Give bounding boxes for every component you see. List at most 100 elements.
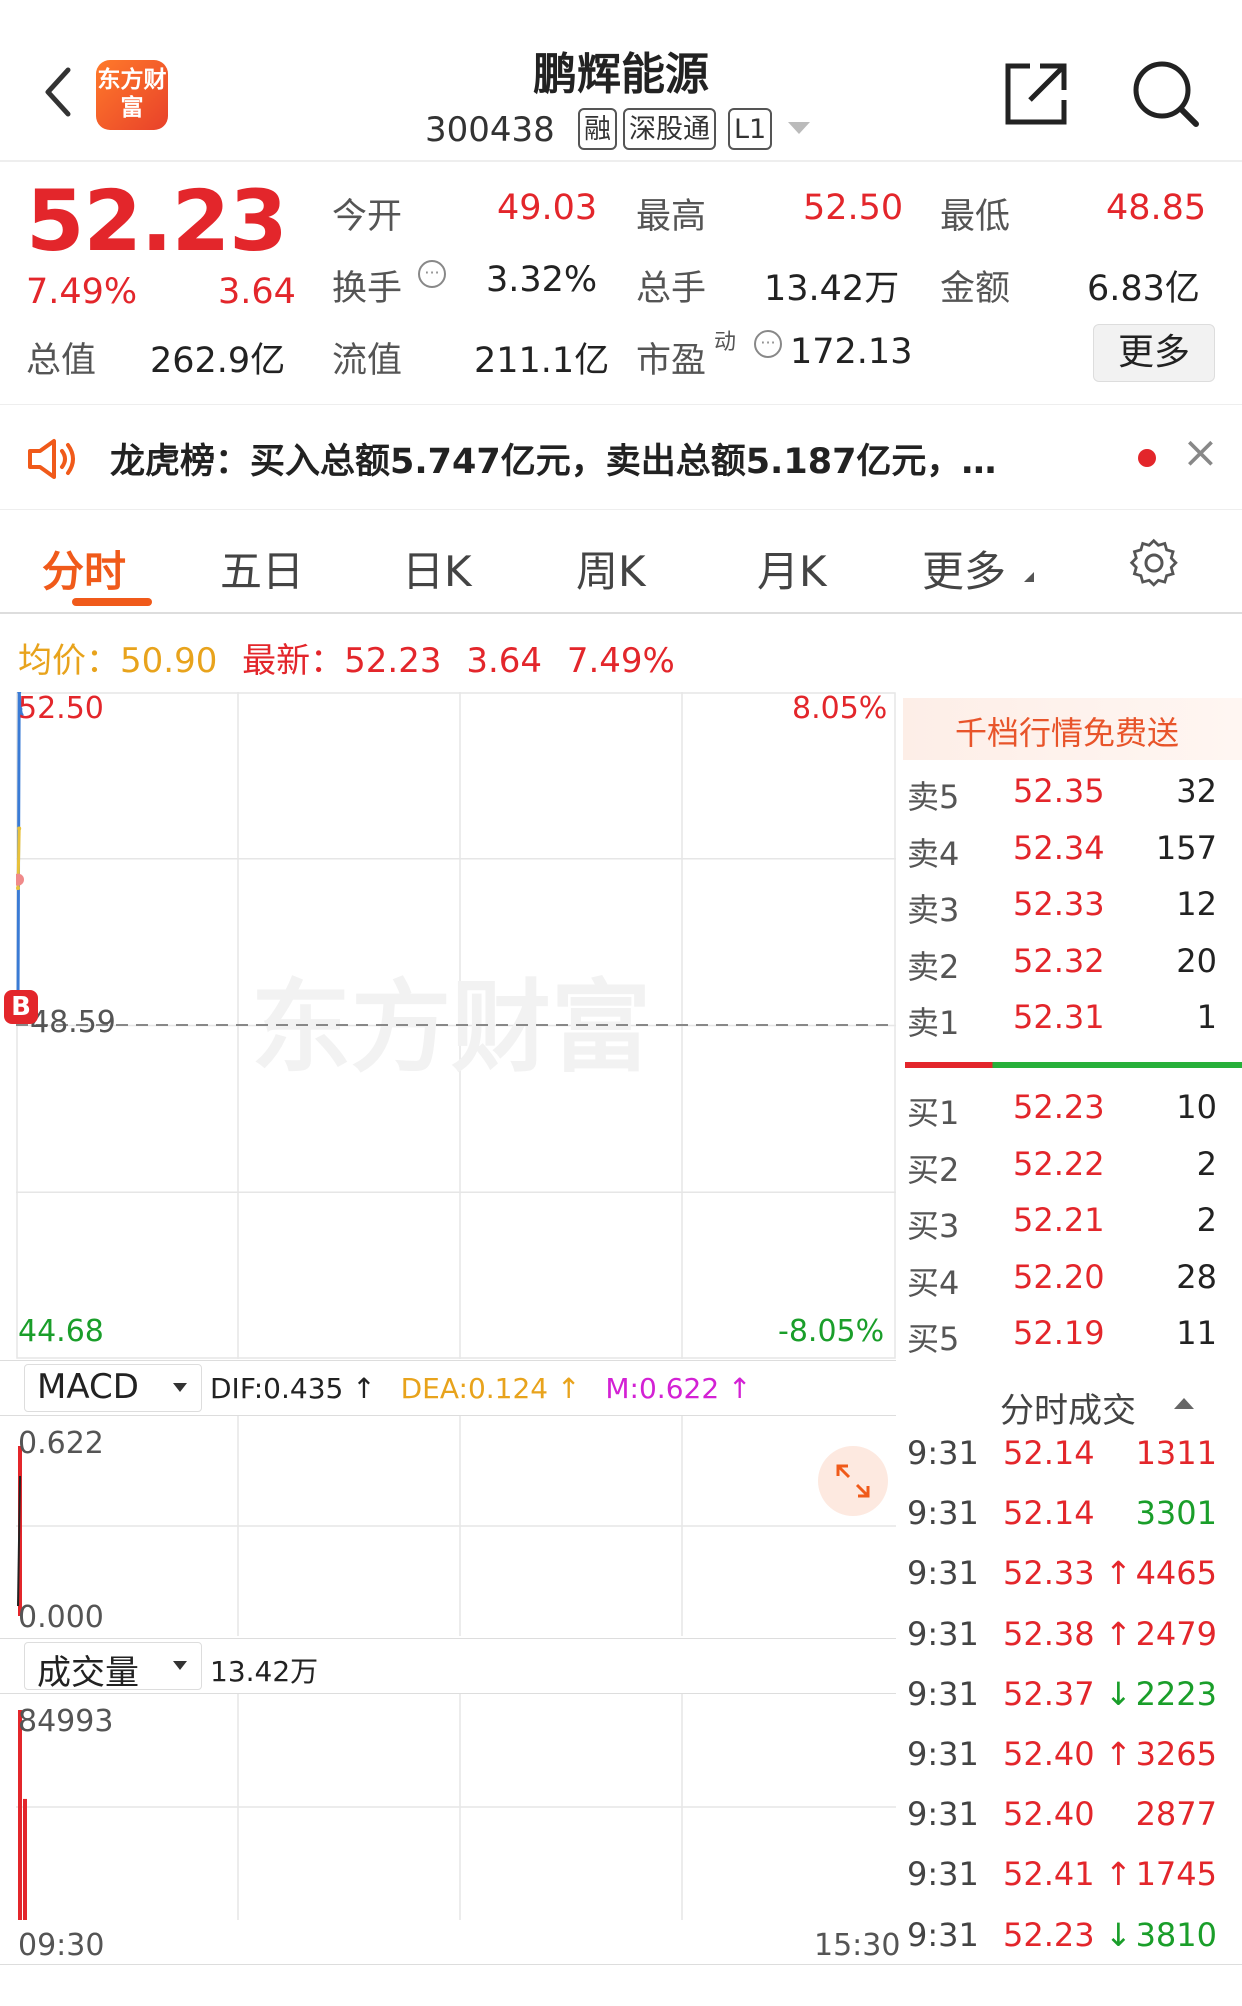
tick-time: 9:31 — [907, 1795, 979, 1834]
mktcap-label: 总值 — [26, 341, 97, 381]
y-mid-label: 48.59 — [30, 1005, 116, 1040]
tick-price: 52.38 — [1003, 1614, 1095, 1653]
volume-value: 13.42万 — [764, 269, 900, 309]
dragon-tiger-notice[interactable]: 龙虎榜：买入总额5.747亿元，卖出总额5.187亿元，… × — [0, 404, 1242, 510]
sell-order-row[interactable]: 卖2 52.32 20 — [905, 942, 1225, 998]
latest-label: 最新： — [242, 641, 345, 681]
tick-time: 9:31 — [907, 1735, 979, 1773]
macd-m: M:0.622 ↑ — [605, 1372, 752, 1405]
pct-max-label: 8.05% — [792, 691, 888, 726]
tick-price: 52.14 — [1003, 1434, 1095, 1472]
current-price: 52.23 — [26, 172, 288, 270]
buy-order-row[interactable]: 买2 52.22 2 — [905, 1145, 1225, 1201]
turnover-value: 3.32% — [486, 260, 598, 300]
order-qty: 157 — [1155, 828, 1217, 867]
order-price: 52.19 — [1013, 1314, 1105, 1352]
active-tab-indicator — [72, 598, 152, 606]
macd-selector[interactable]: MACD — [24, 1364, 202, 1412]
tick-time: 9:31 — [907, 1554, 979, 1593]
intraday-chart[interactable]: 东方财富 — [16, 692, 896, 1359]
tab-monthly-k[interactable]: 月K — [757, 538, 827, 599]
buy-order-row[interactable]: 买3 52.21 2 — [905, 1201, 1225, 1257]
macd-min-label: 0.000 — [18, 1600, 104, 1635]
settings-gear-icon[interactable] — [1128, 537, 1180, 589]
macd-bars — [17, 1446, 22, 1616]
search-button[interactable] — [1130, 58, 1202, 134]
ticks-title[interactable]: 分时成交 — [1000, 1383, 1136, 1432]
tab-intraday[interactable]: 分时 — [42, 538, 126, 599]
volume-max-label: 84993 — [18, 1704, 114, 1739]
expand-icon — [836, 1464, 870, 1498]
macd-chart[interactable] — [16, 1416, 896, 1636]
order-price: 52.35 — [1013, 772, 1105, 810]
expand-button[interactable] — [818, 1446, 888, 1516]
series-point-avg — [16, 886, 20, 891]
tag-margin: 融 — [578, 108, 617, 150]
volume-title: 成交量 — [37, 1653, 139, 1693]
amount-label: 金额 — [940, 269, 1011, 309]
tick-arrow: ↑ — [1105, 1554, 1132, 1593]
order-qty: 20 — [1176, 941, 1217, 980]
latest-value: 52.23 — [344, 641, 442, 681]
tag-connect: 深股通 — [623, 108, 716, 150]
dropdown-triangle-icon[interactable] — [788, 122, 810, 134]
pe-info-icon[interactable]: ··· — [754, 330, 782, 358]
sell-order-row[interactable]: 卖1 52.31 1 — [905, 998, 1225, 1054]
buy-marker[interactable]: B — [4, 990, 38, 1024]
tick-arrow: ↑ — [1105, 1735, 1132, 1773]
macd-dropdown-icon — [173, 1383, 187, 1392]
order-label: 买5 — [907, 1320, 960, 1358]
order-label: 买4 — [907, 1263, 960, 1302]
tick-row: 9:31 52.37 ↓ 2223 — [905, 1675, 1225, 1735]
order-price: 52.31 — [1013, 998, 1105, 1036]
tab-daily-k[interactable]: 日K — [402, 538, 472, 599]
more-button[interactable]: 更多 — [1093, 324, 1215, 382]
volume-chart[interactable] — [16, 1694, 896, 1920]
sell-order-row[interactable]: 卖3 52.33 12 — [905, 885, 1225, 941]
tick-time: 9:31 — [907, 1434, 979, 1472]
banner-text: 千档行情免费送 — [955, 714, 1180, 752]
volume-selector[interactable]: 成交量 — [24, 1642, 202, 1693]
volume-grid — [16, 1694, 896, 1920]
buy-order-row[interactable]: 买1 52.23 10 — [905, 1088, 1225, 1144]
close-icon[interactable]: × — [1182, 427, 1219, 478]
tick-qty: 2877 — [1135, 1795, 1217, 1834]
tab-five-day[interactable]: 五日 — [220, 538, 304, 599]
tick-qty: 3265 — [1135, 1735, 1217, 1773]
float-label: 流值 — [332, 341, 403, 381]
order-qty: 11 — [1176, 1314, 1217, 1352]
order-qty: 28 — [1176, 1257, 1217, 1296]
latest-pct: 7.49% — [566, 641, 675, 681]
order-price: 52.23 — [1013, 1088, 1105, 1126]
open-label: 今开 — [332, 197, 403, 237]
tick-price: 52.40 — [1003, 1735, 1095, 1773]
sell-order-row[interactable]: 卖4 52.34 157 — [905, 829, 1225, 885]
order-book-banner[interactable]: 千档行情免费送 — [903, 698, 1242, 760]
order-price: 52.33 — [1013, 885, 1105, 923]
x-end-label: 15:30 — [814, 1928, 901, 1963]
tab-weekly-k[interactable]: 周K — [576, 538, 646, 599]
ticks-collapse-icon[interactable] — [1174, 1398, 1194, 1409]
info-icon[interactable]: ··· — [418, 260, 446, 288]
x-start-label: 09:30 — [18, 1928, 105, 1963]
pe-value: 172.13 — [790, 332, 913, 372]
order-label: 买1 — [907, 1094, 960, 1132]
order-label: 卖1 — [907, 1004, 960, 1042]
tick-price: 52.37 — [1003, 1674, 1095, 1713]
sell-order-row[interactable]: 卖5 52.35 32 — [905, 772, 1225, 828]
tick-row: 9:31 52.14 3301 — [905, 1494, 1225, 1554]
tab-more[interactable]: 更多 — [922, 538, 1006, 599]
order-label: 卖4 — [907, 834, 960, 873]
order-label: 买2 — [907, 1150, 960, 1189]
order-price: 52.34 — [1013, 828, 1105, 867]
volume-label: 总手 — [636, 269, 707, 309]
tab-more-triangle-icon — [1024, 572, 1034, 582]
latest-change: 3.64 — [466, 641, 543, 681]
amount-value: 6.83亿 — [1087, 269, 1200, 309]
order-price: 52.32 — [1013, 941, 1105, 980]
turnover-label: 换手 — [332, 269, 403, 309]
tick-qty: 2479 — [1135, 1614, 1217, 1653]
buy-order-row[interactable]: 买4 52.20 28 — [905, 1258, 1225, 1314]
share-button[interactable] — [1000, 58, 1072, 134]
buy-order-row[interactable]: 买5 52.19 11 — [905, 1314, 1225, 1370]
